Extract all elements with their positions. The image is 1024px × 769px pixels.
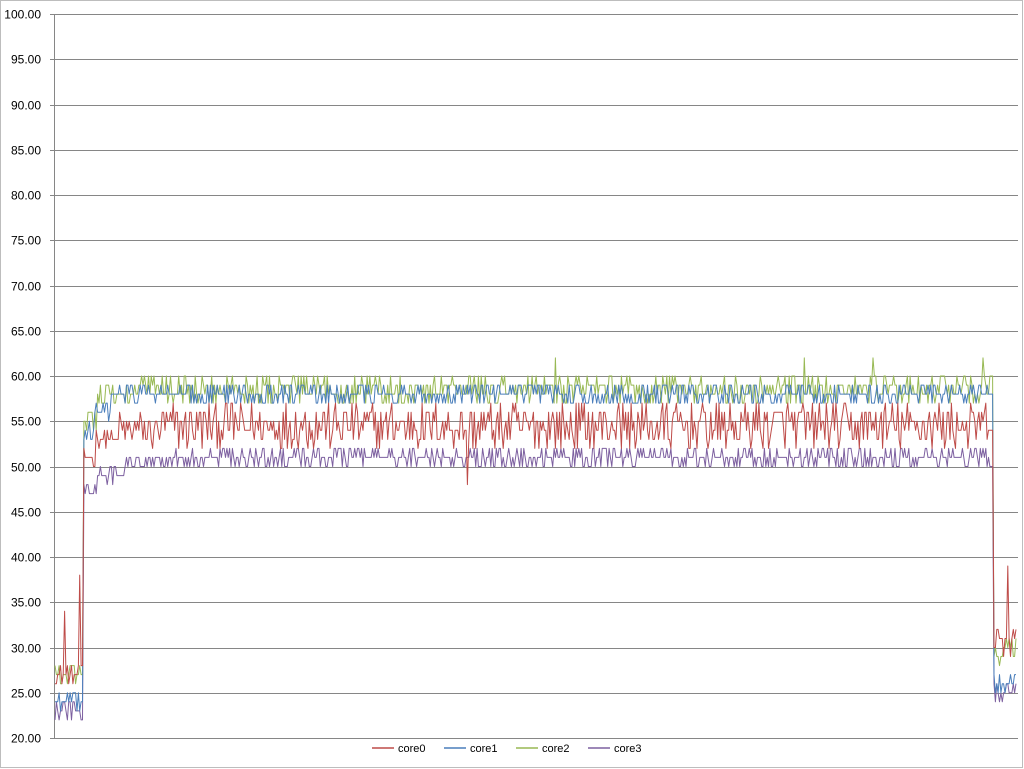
gridlines <box>54 14 1018 694</box>
y-tick-label: 30.00 <box>11 642 41 656</box>
y-tick-label: 90.00 <box>11 99 41 113</box>
y-tick-label: 100.00 <box>4 8 41 22</box>
legend-label-core1: core1 <box>470 743 498 755</box>
y-tick-label: 45.00 <box>11 506 41 520</box>
series-line-core2 <box>54 357 1017 685</box>
y-axis-tick-labels: 20.00 25.00 30.00 35.00 40.00 45.00 50.00 55.00… <box>4 8 41 746</box>
y-tick-label: 95.00 <box>11 53 41 67</box>
legend-label-core2: core2 <box>542 743 570 755</box>
y-tick-label: 60.00 <box>11 370 41 384</box>
y-tick-label: 35.00 <box>11 596 41 610</box>
series-lines <box>54 357 1017 721</box>
y-tick-label: 70.00 <box>11 280 41 294</box>
legend-label-core3: core3 <box>614 743 642 755</box>
y-tick-label: 80.00 <box>11 189 41 203</box>
series-line-core0 <box>55 402 1017 685</box>
y-tick-label: 75.00 <box>11 234 41 248</box>
legend: core0 core1 core2 core3 <box>372 743 642 755</box>
y-tick-label: 85.00 <box>11 144 41 158</box>
y-tick-label: 20.00 <box>11 732 41 746</box>
y-tick-label: 55.00 <box>11 415 41 429</box>
y-tick-label: 25.00 <box>11 687 41 701</box>
y-tick-label: 65.00 <box>11 325 41 339</box>
legend-label-core0: core0 <box>398 743 426 755</box>
line-chart: 20.00 25.00 30.00 35.00 40.00 45.00 50.00 55.00… <box>4 8 1018 755</box>
y-tick-label: 50.00 <box>11 461 41 475</box>
y-tick-label: 40.00 <box>11 551 41 565</box>
series-line-core3 <box>54 447 1017 721</box>
